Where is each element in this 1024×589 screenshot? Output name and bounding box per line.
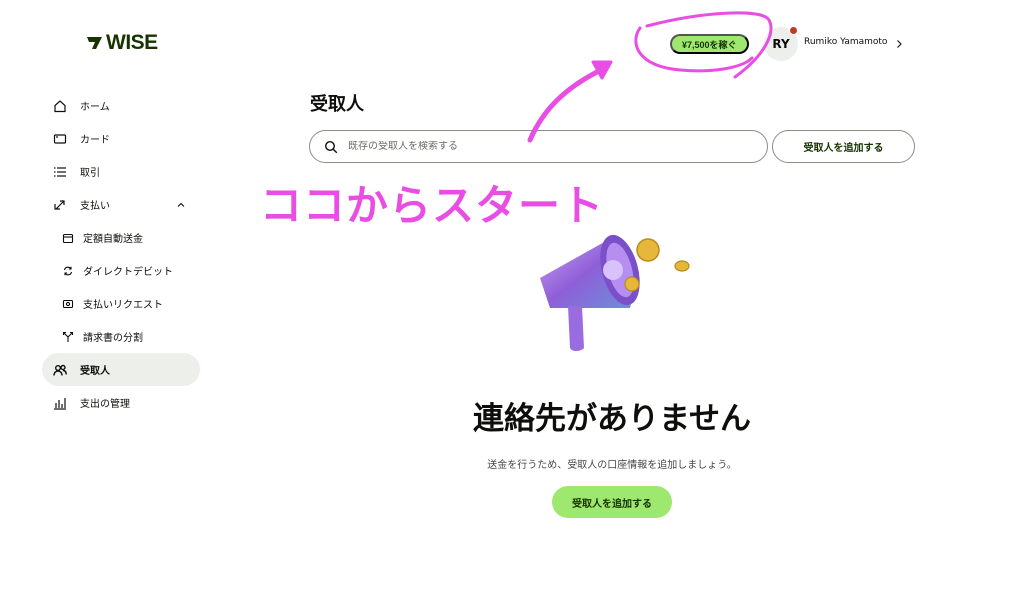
sidebar-item-label: カード xyxy=(80,135,110,146)
chevron-right-icon[interactable] xyxy=(896,39,903,49)
chevron-up-icon[interactable] xyxy=(176,200,186,210)
search-icon xyxy=(324,140,338,153)
sidebar-item-direct-debit[interactable]: ダイレクトデビット xyxy=(42,254,200,287)
sidebar-item-payments[interactable]: 支払い xyxy=(42,188,200,221)
search-input[interactable] xyxy=(348,141,728,152)
sidebar-nav: ホーム カード 取引 支払い 定額自動送金 ダイレクトデビット 支払いリクエスト… xyxy=(42,89,200,419)
recipients-icon xyxy=(52,362,68,378)
sidebar-item-label: ホーム xyxy=(80,102,110,113)
card-icon xyxy=(52,131,68,147)
list-icon xyxy=(52,164,68,180)
sidebar-item-label: 支払い xyxy=(80,201,110,212)
notification-dot xyxy=(789,26,798,35)
sidebar-item-label: 支払いリクエスト xyxy=(83,300,163,311)
empty-state-title: 連絡先がありません xyxy=(472,401,752,437)
megaphone-illustration xyxy=(540,234,690,351)
sidebar-item-label: 定額自動送金 xyxy=(83,234,143,245)
sidebar-item-scheduled-transfers[interactable]: 定額自動送金 xyxy=(42,221,200,254)
wise-flag-icon xyxy=(87,37,102,49)
sidebar-item-label: ダイレクトデビット xyxy=(83,267,173,278)
sidebar-item-card[interactable]: カード xyxy=(42,122,200,155)
calendar-icon xyxy=(62,232,74,244)
transfer-icon xyxy=(52,197,68,213)
sidebar-item-label: 請求書の分割 xyxy=(83,333,143,344)
sidebar-item-recipients[interactable]: 受取人 xyxy=(42,353,200,386)
request-icon xyxy=(62,298,74,310)
sidebar-item-bill-split[interactable]: 請求書の分割 xyxy=(42,320,200,353)
empty-state-description: 送金を行うため、受取人の口座情報を追加しましょう。 xyxy=(487,460,737,471)
sidebar-item-payment-request[interactable]: 支払いリクエスト xyxy=(42,287,200,320)
split-icon xyxy=(62,331,74,343)
sidebar-item-transactions[interactable]: 取引 xyxy=(42,155,200,188)
empty-add-recipient-button[interactable]: 受取人を追加する xyxy=(552,486,672,518)
search-box[interactable] xyxy=(309,130,768,163)
logo-text: WISE xyxy=(106,31,158,54)
sidebar-item-home[interactable]: ホーム xyxy=(42,89,200,122)
add-recipient-button[interactable]: 受取人を追加する xyxy=(772,130,915,163)
wise-logo[interactable]: WISE xyxy=(86,31,158,55)
refresh-icon xyxy=(62,265,74,277)
user-name[interactable]: Rumiko Yamamoto xyxy=(804,37,887,47)
earn-referral-button[interactable]: ¥7,500を稼ぐ xyxy=(670,34,749,54)
sidebar-item-label: 取引 xyxy=(80,168,100,179)
home-icon xyxy=(52,98,68,114)
sidebar-item-label: 受取人 xyxy=(80,366,110,377)
page-title: 受取人 xyxy=(310,94,364,115)
